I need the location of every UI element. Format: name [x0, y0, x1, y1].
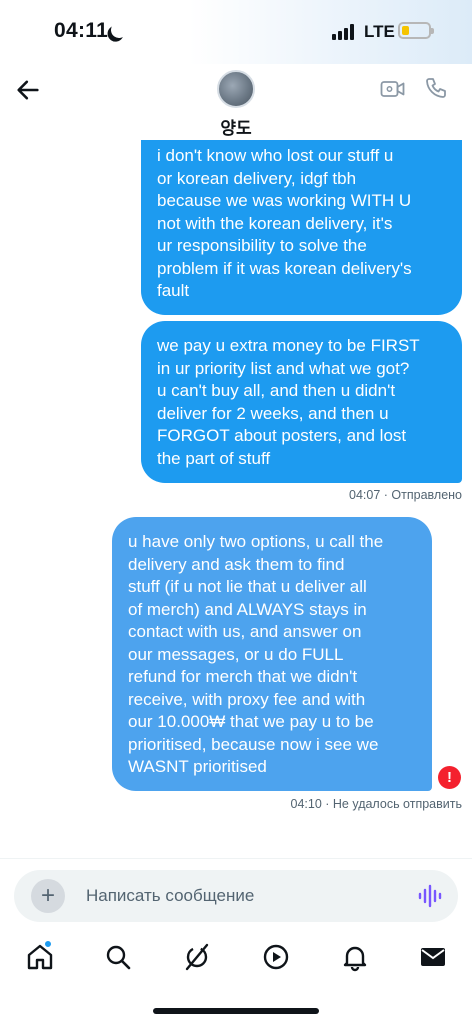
grok-icon	[185, 943, 209, 971]
tab-bar	[0, 930, 472, 990]
voice-waveform-icon	[418, 884, 442, 908]
play-icon	[263, 944, 289, 970]
do-not-disturb-icon	[110, 21, 129, 40]
tab-grok[interactable]	[182, 942, 212, 972]
message-bubble[interactable]: i don't know who lost our stuff u or kor…	[141, 140, 462, 315]
phone-icon	[426, 78, 446, 98]
tab-video[interactable]	[261, 942, 291, 972]
composer-box: +	[14, 870, 458, 922]
tab-notifications[interactable]	[340, 942, 370, 972]
message-text: we pay u extra money to be FIRST in ur p…	[157, 336, 420, 468]
voice-call-button[interactable]	[424, 76, 448, 100]
search-icon	[106, 945, 131, 970]
contact-name[interactable]: 양도	[0, 114, 472, 139]
notification-dot	[44, 940, 52, 948]
status-time: 04:11	[54, 19, 109, 42]
message-text: u have only two options, u call the deli…	[128, 532, 384, 776]
arrow-left-icon	[17, 80, 39, 100]
video-call-icon	[380, 81, 405, 97]
add-attachment-button[interactable]: +	[31, 879, 65, 913]
message-status: 04:07 · Отправлено	[349, 488, 462, 502]
network-type: LTE	[364, 22, 395, 41]
message-composer: +	[0, 858, 472, 930]
message-status: 04:10 · Не удалось отправить	[290, 797, 462, 811]
video-call-button[interactable]	[380, 78, 406, 100]
back-button[interactable]	[14, 76, 42, 104]
message-text: i don't know who lost our stuff u or kor…	[157, 146, 412, 300]
bell-icon	[343, 946, 367, 972]
message-bubble[interactable]: we pay u extra money to be FIRST in ur p…	[141, 321, 462, 483]
tab-messages[interactable]	[418, 942, 448, 972]
message-bubble-failed[interactable]: u have only two options, u call the deli…	[112, 517, 432, 791]
tab-search[interactable]	[103, 942, 133, 972]
conversation-header: 양도	[0, 64, 472, 144]
signal-icon	[332, 24, 356, 40]
message-input[interactable]	[86, 884, 386, 908]
error-icon[interactable]: !	[438, 766, 461, 789]
envelope-icon	[421, 948, 445, 966]
status-bar: 04:11 LTE	[0, 0, 472, 64]
plus-icon: +	[40, 882, 55, 909]
home-indicator	[153, 1008, 319, 1014]
voice-message-button[interactable]	[418, 883, 442, 909]
battery-icon	[398, 22, 434, 39]
avatar[interactable]	[217, 70, 255, 108]
